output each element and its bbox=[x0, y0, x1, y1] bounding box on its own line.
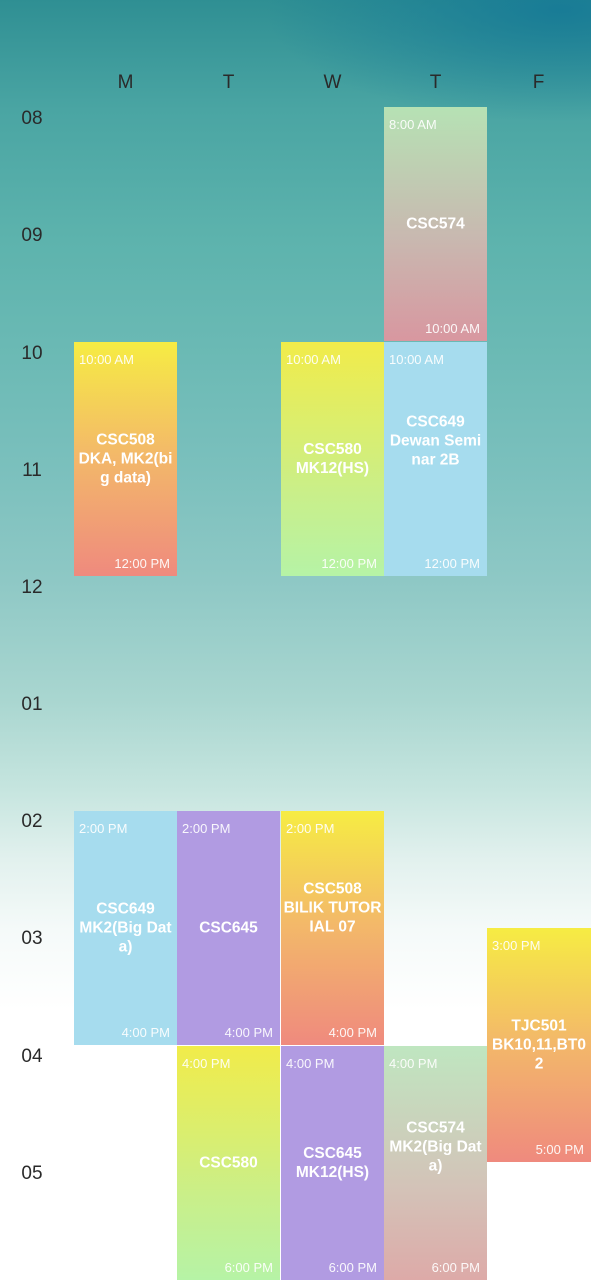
hour-label-08: 08 bbox=[21, 108, 43, 129]
event-tue-csc580[interactable]: 4:00 PM CSC580 6:00 PM bbox=[177, 1046, 280, 1280]
event-fri-tjc501[interactable]: 3:00 PM TJC501 BK10,11,BT02 5:00 PM bbox=[487, 928, 591, 1162]
event-end-time: 5:00 PM bbox=[535, 1142, 584, 1157]
day-header-monday: M bbox=[117, 72, 134, 93]
event-start-time: 10:00 AM bbox=[286, 352, 341, 367]
event-wed-csc508[interactable]: 2:00 PM CSC508 BILIK TUTORIAL 07 4:00 PM bbox=[281, 811, 384, 1045]
event-end-time: 4:00 PM bbox=[121, 1025, 170, 1040]
event-end-time: 4:00 PM bbox=[328, 1025, 377, 1040]
event-start-time: 8:00 AM bbox=[389, 117, 437, 132]
event-tue-csc645[interactable]: 2:00 PM CSC645 4:00 PM bbox=[177, 811, 280, 1045]
event-label: TJC501 BK10,11,BT02 bbox=[492, 1017, 586, 1073]
hour-label-02: 02 bbox=[21, 811, 43, 832]
event-label: CSC580 MK12(HS) bbox=[295, 441, 370, 477]
event-label: CSC508 BILIK TUTORIAL 07 bbox=[283, 880, 382, 936]
event-start-time: 10:00 AM bbox=[79, 352, 134, 367]
event-mon-csc649[interactable]: 2:00 PM CSC649 MK2(Big Data) 4:00 PM bbox=[74, 811, 177, 1045]
event-label: CSC574 MK2(Big Data) bbox=[389, 1119, 482, 1175]
event-wed-csc580-am[interactable]: 10:00 AM CSC580 MK12(HS) 12:00 PM bbox=[281, 342, 384, 576]
hour-label-11: 11 bbox=[22, 460, 42, 481]
event-label: CSC645 bbox=[199, 919, 258, 937]
day-header-thursday: T bbox=[429, 72, 442, 93]
event-end-time: 4:00 PM bbox=[224, 1025, 273, 1040]
event-start-time: 4:00 PM bbox=[286, 1056, 335, 1071]
hour-label-04: 04 bbox=[21, 1046, 43, 1067]
event-mon-csc508[interactable]: 10:00 AM CSC508 DKA, MK2(big data) 12:00… bbox=[74, 342, 177, 576]
hour-label-01: 01 bbox=[21, 694, 43, 715]
event-end-time: 6:00 PM bbox=[328, 1260, 377, 1275]
event-start-time: 4:00 PM bbox=[182, 1056, 231, 1071]
event-label: CSC649 Dewan Seminar 2B bbox=[389, 413, 482, 469]
event-start-time: 10:00 AM bbox=[389, 352, 444, 367]
event-end-time: 6:00 PM bbox=[431, 1260, 480, 1275]
event-label: CSC649 MK2(Big Data) bbox=[79, 900, 172, 956]
hour-label-09: 09 bbox=[21, 225, 43, 246]
hour-label-10: 10 bbox=[21, 343, 43, 364]
hour-label-12: 12 bbox=[21, 577, 43, 598]
event-thu-csc574-pm[interactable]: 4:00 PM CSC574 MK2(Big Data) 6:00 PM bbox=[384, 1046, 487, 1280]
event-end-time: 12:00 PM bbox=[424, 556, 480, 571]
event-start-time: 2:00 PM bbox=[286, 821, 335, 836]
event-end-time: 6:00 PM bbox=[224, 1260, 273, 1275]
day-header-tuesday: T bbox=[222, 72, 235, 93]
event-label: CSC580 bbox=[199, 1154, 258, 1172]
event-thu-csc574-am[interactable]: 8:00 AM CSC574 10:00 AM bbox=[384, 107, 487, 341]
event-thu-csc649[interactable]: 10:00 AM CSC649 Dewan Seminar 2B 12:00 P… bbox=[384, 342, 487, 576]
event-start-time: 2:00 PM bbox=[79, 821, 128, 836]
event-label: CSC508 DKA, MK2(big data) bbox=[78, 431, 173, 487]
event-end-time: 10:00 AM bbox=[425, 321, 480, 336]
event-start-time: 2:00 PM bbox=[182, 821, 231, 836]
hour-label-03: 03 bbox=[21, 928, 43, 949]
event-wed-csc645[interactable]: 4:00 PM CSC645 MK12(HS) 6:00 PM bbox=[281, 1046, 384, 1280]
day-header-wednesday: W bbox=[323, 72, 342, 93]
day-header-friday: F bbox=[532, 72, 545, 93]
event-label: CSC574 bbox=[406, 215, 465, 233]
event-end-time: 12:00 PM bbox=[321, 556, 377, 571]
event-label: CSC645 MK12(HS) bbox=[295, 1145, 370, 1181]
event-start-time: 3:00 PM bbox=[492, 938, 541, 953]
event-start-time: 4:00 PM bbox=[389, 1056, 438, 1071]
event-end-time: 12:00 PM bbox=[114, 556, 170, 571]
hour-label-05: 05 bbox=[21, 1163, 43, 1184]
